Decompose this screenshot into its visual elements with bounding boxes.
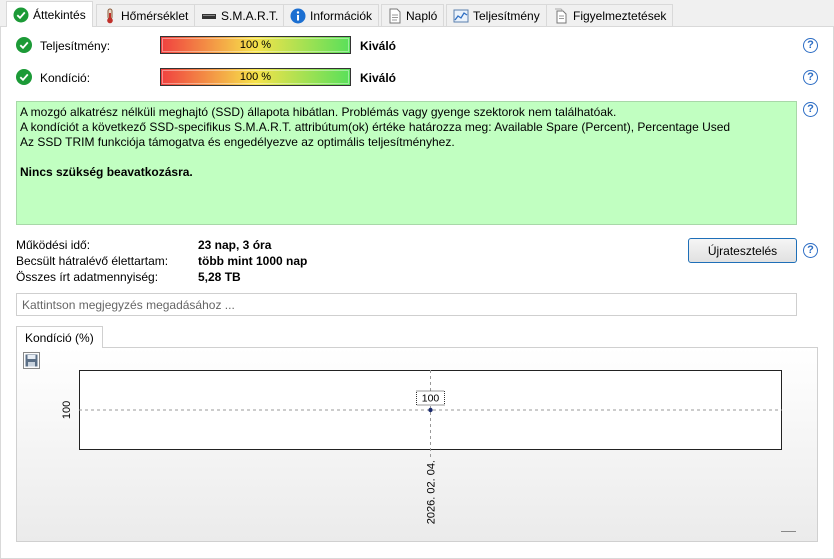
tab-label: Napló	[406, 8, 438, 23]
tab-label: Áttekintés	[33, 7, 86, 22]
remaining-life-label: Becsült hátralévő élettartam:	[16, 254, 169, 268]
info-icon	[290, 8, 306, 23]
save-icon[interactable]	[23, 352, 40, 369]
health-bar: 100 %	[160, 68, 351, 86]
drive-icon	[202, 13, 216, 19]
check-circle-icon	[13, 7, 29, 22]
tab-temperature[interactable]: Hőmérséklet	[96, 4, 196, 26]
tab-label: Információk	[310, 8, 373, 23]
status-verdict: Nincs szükség beavatkozásra.	[20, 165, 193, 179]
written-data-value: 5,28 TB	[198, 270, 241, 284]
alerts-icon	[555, 8, 567, 23]
status-line: A kondíciót a következő SSD-specifikus S…	[20, 120, 731, 134]
tab-overview[interactable]: Áttekintés	[6, 1, 93, 27]
chart-tab-label: Kondíció (%)	[25, 330, 94, 345]
check-circle-icon	[16, 37, 32, 53]
help-icon[interactable]: ?	[803, 38, 818, 53]
performance-rating: Kiváló	[360, 39, 397, 53]
health-row	[16, 69, 32, 85]
retest-button[interactable]: Újratesztelés	[688, 238, 797, 263]
status-line: A mozgó alkatrész nélküli meghajtó (SSD)…	[20, 105, 617, 119]
tab-label: Figyelmeztetések	[573, 8, 667, 23]
status-description: A mozgó alkatrész nélküli meghajtó (SSD)…	[16, 101, 797, 225]
tab-label: S.M.A.R.T.	[221, 8, 279, 23]
performance-bar: 100 %	[160, 36, 351, 54]
tab-information[interactable]: Információk	[283, 4, 380, 26]
remaining-life-value: több mint 1000 nap	[198, 254, 308, 268]
tab-log[interactable]: Napló	[381, 4, 445, 26]
performance-label: Teljesítmény:	[40, 39, 111, 53]
help-icon[interactable]: ?	[803, 70, 818, 85]
health-value: 100 %	[239, 71, 272, 83]
tab-smart[interactable]: S.M.A.R.T.	[194, 4, 286, 26]
tab-label: Hőmérséklet	[121, 8, 189, 23]
performance-row	[16, 37, 32, 53]
health-label: Kondíció:	[40, 71, 91, 85]
tab-label: Teljesítmény	[473, 8, 540, 23]
tab-performance[interactable]: Teljesítmény	[446, 4, 547, 26]
chart-tab-health[interactable]: Kondíció (%)	[16, 326, 103, 348]
tab-bar: Áttekintés Hőmérséklet S.M.A.R.T. Inform…	[0, 0, 834, 27]
chart-plot-area	[79, 370, 782, 450]
thermometer-icon	[107, 8, 113, 23]
uptime-label: Működési idő:	[16, 238, 91, 252]
document-icon	[389, 8, 401, 23]
check-circle-icon	[16, 69, 32, 85]
performance-value: 100 %	[239, 39, 272, 51]
written-data-label: Összes írt adatmennyiség:	[16, 270, 159, 284]
resize-grip[interactable]	[781, 531, 796, 532]
help-icon[interactable]: ?	[803, 243, 818, 258]
tab-alerts[interactable]: Figyelmeztetések	[546, 4, 674, 26]
note-input[interactable]	[16, 293, 797, 316]
help-icon[interactable]: ?	[803, 102, 818, 117]
health-rating: Kiváló	[360, 71, 397, 85]
performance-chart-icon	[453, 9, 469, 22]
uptime-value: 23 nap, 3 óra	[198, 238, 272, 252]
status-line: Az SSD TRIM funkciója támogatva és enged…	[20, 135, 455, 149]
